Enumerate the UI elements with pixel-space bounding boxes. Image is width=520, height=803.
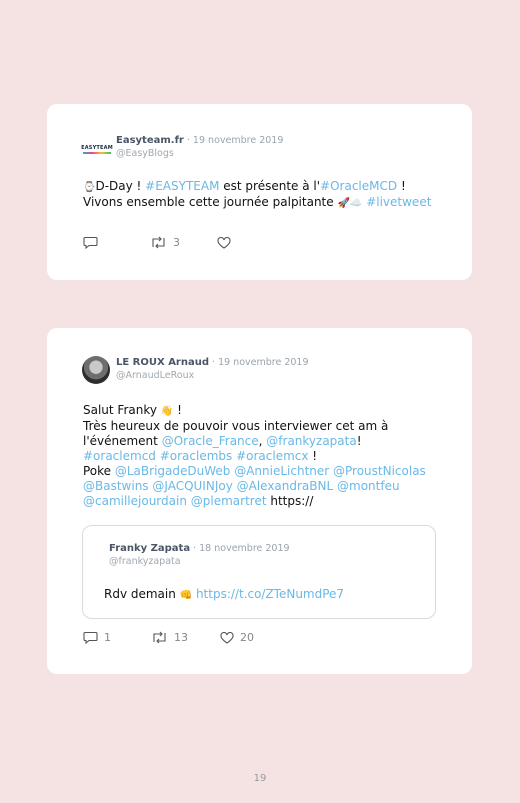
text-segment: Poke bbox=[83, 464, 115, 478]
reply-icon bbox=[83, 631, 98, 644]
tweet-line: @camillejourdain @plemartret https:// bbox=[83, 494, 426, 509]
author-name[interactable]: Easyteam.fr bbox=[116, 135, 184, 146]
like-count: 20 bbox=[240, 631, 254, 644]
retweet-icon bbox=[152, 236, 165, 249]
quoted-handle[interactable]: @frankyzapata bbox=[109, 555, 290, 568]
hashtag-oraclemcd[interactable]: #OracleMCD bbox=[320, 179, 397, 193]
reply-count: 1 bbox=[104, 631, 111, 644]
retweet-button[interactable]: 3 bbox=[150, 236, 180, 249]
tweet-actions: 1 13 20 bbox=[83, 631, 254, 644]
text-segment: ! bbox=[356, 434, 362, 448]
page-number: 19 bbox=[253, 773, 267, 784]
quoted-tweet-header: Franky Zapata · 18 novembre 2019 @franky… bbox=[109, 542, 290, 568]
heart-icon bbox=[220, 631, 234, 644]
tweet-line: l'événement @Oracle_France, @frankyzapat… bbox=[83, 434, 426, 449]
tweet-line-1: ⌚D-Day ! #EASYTEAM est présente à l'#Ora… bbox=[83, 179, 431, 195]
mentions[interactable]: @LaBrigadeDuWeb @AnnieLichtner @ProustNi… bbox=[115, 464, 426, 478]
hashtag-easyteam[interactable]: #EASYTEAM bbox=[145, 179, 219, 193]
text-segment: ! bbox=[173, 403, 182, 417]
text-segment: ! bbox=[397, 179, 406, 193]
mentions[interactable]: @camillejourdain @plemartret bbox=[83, 494, 267, 508]
tweet-date[interactable]: · 19 novembre 2019 bbox=[209, 357, 308, 368]
tweet-actions: 3 bbox=[83, 236, 231, 249]
retweet-count: 13 bbox=[174, 631, 188, 644]
mention-frankyzapata[interactable]: @frankyzapata bbox=[266, 434, 356, 448]
tweet-card-easyteam: EASYTEAM Easyteam.fr · 19 novembre 2019 … bbox=[47, 104, 472, 280]
watch-icon: ⌚ bbox=[83, 182, 96, 193]
text-segment: Rdv demain bbox=[104, 587, 180, 601]
hashtags[interactable]: #oraclemcd #oraclembs #oraclemcx bbox=[83, 449, 308, 463]
quoted-tweet[interactable]: Franky Zapata · 18 novembre 2019 @franky… bbox=[82, 525, 436, 619]
easyteam-logo[interactable]: EASYTEAM bbox=[81, 142, 113, 156]
like-button[interactable]: 20 bbox=[220, 631, 254, 644]
author-handle[interactable]: @EasyBlogs bbox=[116, 147, 283, 160]
retweet-icon bbox=[153, 631, 166, 644]
tweet-text: ⌚D-Day ! #EASYTEAM est présente à l'#Ora… bbox=[83, 179, 431, 211]
text-segment: ! bbox=[308, 449, 318, 463]
hashtag-livetweet[interactable]: #livetweet bbox=[366, 195, 431, 209]
tweet-line: Salut Franky 👋 ! bbox=[83, 403, 426, 419]
text-segment: D-Day ! bbox=[95, 179, 146, 193]
quoted-date[interactable]: · 18 novembre 2019 bbox=[190, 543, 289, 554]
author-name[interactable]: LE ROUX Arnaud bbox=[116, 357, 209, 368]
quoted-link[interactable]: https://t.co/ZTeNumdPe7 bbox=[192, 587, 344, 601]
fist-emoji: 👊 bbox=[179, 590, 193, 601]
logo-text: EASYTEAM bbox=[81, 144, 113, 151]
heart-icon bbox=[217, 236, 231, 249]
text-segment: Salut Franky bbox=[83, 403, 161, 417]
mention-oracle-france[interactable]: @Oracle_France bbox=[162, 434, 259, 448]
tweet-header: EASYTEAM Easyteam.fr · 19 novembre 2019 … bbox=[81, 134, 283, 160]
retweet-count: 3 bbox=[173, 236, 180, 249]
reply-button[interactable] bbox=[83, 236, 98, 249]
logo-bar bbox=[83, 151, 111, 154]
rocket-emoji: 🚀 bbox=[337, 198, 350, 209]
text-segment: est présente à l' bbox=[219, 179, 321, 193]
text-segment: Vivons ensemble cette journée palpitante bbox=[83, 195, 338, 209]
tweet-line: Poke @LaBrigadeDuWeb @AnnieLichtner @Pro… bbox=[83, 464, 426, 479]
waving-hand-emoji: 👋 bbox=[160, 406, 174, 417]
mentions[interactable]: @Bastwins @JACQUINJoy @AlexandraBNL @mon… bbox=[83, 479, 426, 494]
tweet-card-leroux: LE ROUX Arnaud · 19 novembre 2019 @Arnau… bbox=[47, 328, 472, 674]
cloud-emoji: ☁️ bbox=[349, 198, 363, 209]
tweet-line: #oraclemcd #oraclembs #oraclemcx ! bbox=[83, 449, 426, 464]
reply-icon bbox=[83, 236, 98, 249]
tweet-date[interactable]: · 19 novembre 2019 bbox=[184, 135, 283, 146]
tweet-line: Très heureux de pouvoir vous interviewer… bbox=[83, 419, 389, 433]
retweet-button[interactable]: 13 bbox=[151, 631, 188, 644]
text-segment: https:// bbox=[266, 494, 314, 508]
tweet-text: Salut Franky 👋 ! Très heureux de pouvoir… bbox=[83, 403, 426, 509]
quoted-text: Rdv demain 👊 https://t.co/ZTeNumdPe7 bbox=[104, 587, 344, 601]
author-handle[interactable]: @ArnaudLeRoux bbox=[116, 369, 309, 382]
quoted-author[interactable]: Franky Zapata bbox=[109, 543, 190, 554]
text-segment: l'événement bbox=[83, 434, 162, 448]
avatar[interactable] bbox=[82, 356, 110, 384]
reply-button[interactable]: 1 bbox=[83, 631, 111, 644]
tweet-header: LE ROUX Arnaud · 19 novembre 2019 @Arnau… bbox=[82, 356, 309, 384]
like-button[interactable] bbox=[217, 236, 231, 249]
tweet-line-2: Vivons ensemble cette journée palpitante… bbox=[83, 195, 431, 211]
